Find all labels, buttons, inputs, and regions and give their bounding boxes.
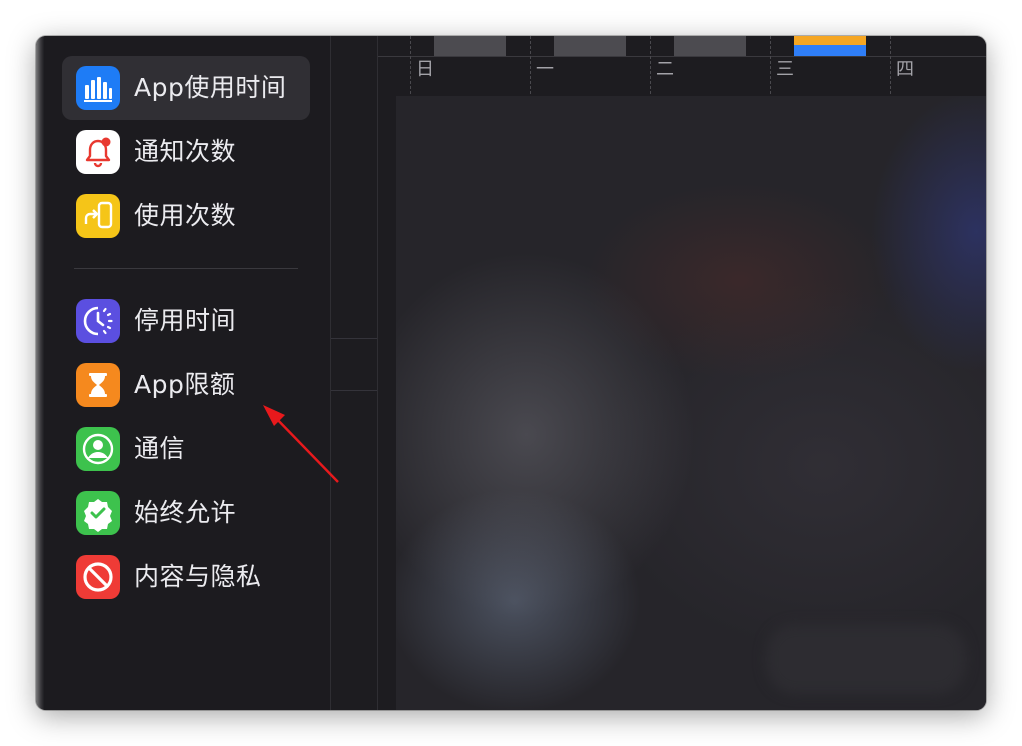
bell-icon <box>76 130 120 174</box>
hourglass-icon <box>76 363 120 407</box>
sidebar: App使用时间 通知次数 使用次数 停用时间 App限额 通信 始终允许 内容与… <box>44 36 331 710</box>
day-label-thursday: 四 <box>896 59 914 80</box>
sidebar-item-label: App限额 <box>134 370 236 399</box>
sidebar-item-pickups[interactable]: 使用次数 <box>62 184 310 248</box>
sidebar-divider <box>74 268 298 269</box>
day-label-monday: 一 <box>536 59 554 80</box>
blurred-content-area <box>396 96 986 710</box>
sidebar-item-app-limits[interactable]: App限额 <box>62 353 310 417</box>
column-divider-strip <box>331 36 378 710</box>
blurred-shape <box>766 624 966 694</box>
strip-line <box>331 390 377 391</box>
chart-baseline <box>378 56 986 57</box>
day-separator <box>410 36 411 94</box>
phone-pickup-icon <box>76 194 120 238</box>
sidebar-item-label: 停用时间 <box>134 306 237 335</box>
person-icon <box>76 427 120 471</box>
moon-clock-icon <box>76 299 120 343</box>
sidebar-item-content-privacy[interactable]: 内容与隐私 <box>62 545 310 609</box>
day-separator <box>890 36 891 94</box>
strip-line <box>331 338 377 339</box>
sidebar-item-label: 始终允许 <box>134 498 237 527</box>
window-edge <box>36 36 44 710</box>
sidebar-item-label: App使用时间 <box>134 73 287 102</box>
day-separator <box>770 36 771 94</box>
sidebar-item-always-allowed[interactable]: 始终允许 <box>62 481 310 545</box>
sidebar-item-label: 通知次数 <box>134 137 237 166</box>
sidebar-item-label: 使用次数 <box>134 201 237 230</box>
day-label-tuesday: 二 <box>656 59 674 80</box>
chart-bar-sunday <box>434 36 506 56</box>
bar-chart-icon <box>76 66 120 110</box>
day-label-wednesday: 三 <box>776 59 794 80</box>
sidebar-item-app-usage[interactable]: App使用时间 <box>62 56 310 120</box>
screen-time-window: App使用时间 通知次数 使用次数 停用时间 App限额 通信 始终允许 内容与… <box>36 36 986 710</box>
sidebar-item-downtime[interactable]: 停用时间 <box>62 289 310 353</box>
restricted-icon <box>76 555 120 599</box>
checkmark-seal-icon <box>76 491 120 535</box>
day-separator <box>650 36 651 94</box>
sidebar-item-notifications[interactable]: 通知次数 <box>62 120 310 184</box>
sidebar-item-label: 内容与隐私 <box>134 562 262 591</box>
sidebar-item-label: 通信 <box>134 434 186 463</box>
day-label-sunday: 日 <box>416 59 434 80</box>
chart-bar-wednesday <box>794 36 866 56</box>
day-separator <box>530 36 531 94</box>
sidebar-item-communication[interactable]: 通信 <box>62 417 310 481</box>
chart-bar-tuesday <box>674 36 746 56</box>
chart-bar-monday <box>554 36 626 56</box>
